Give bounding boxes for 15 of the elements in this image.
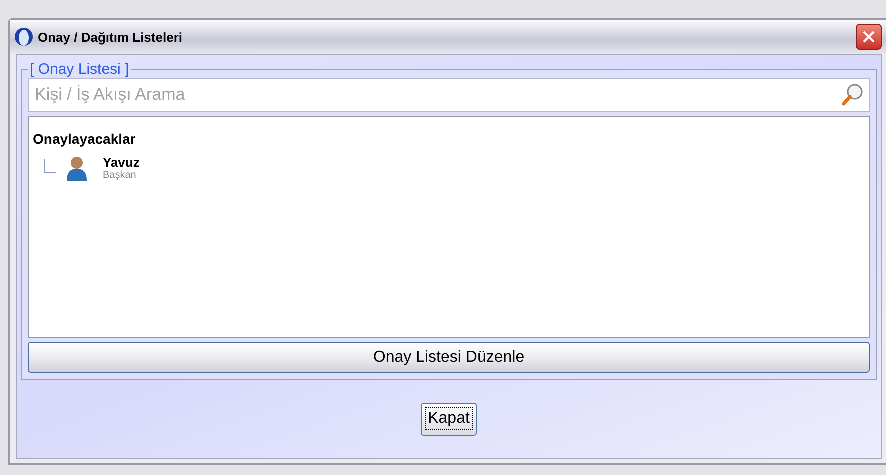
person-name[interactable]: Yavuz: [103, 155, 140, 170]
search-icon[interactable]: [841, 83, 865, 107]
search-field[interactable]: Kişi / İş Akışı Arama: [28, 78, 870, 112]
search-input[interactable]: Kişi / İş Akışı Arama: [33, 84, 841, 106]
close-button[interactable]: [856, 24, 882, 50]
tree-group-label: Onaylayacaklar: [33, 131, 137, 147]
panel-legend: [ Onay Listesi ]: [28, 61, 132, 78]
close-icon[interactable]: [862, 30, 876, 44]
person-icon: [65, 155, 89, 181]
tree-connector-line: [43, 159, 57, 175]
app-logo-icon: [14, 27, 34, 47]
person-role: Başkan: [103, 170, 138, 181]
close-dialog-button[interactable]: Kapat: [421, 402, 477, 436]
edit-list-button[interactable]: Onay Listesi Düzenle: [28, 342, 870, 373]
window-title: Onay / Dağıtım Listeleri: [38, 30, 184, 44]
